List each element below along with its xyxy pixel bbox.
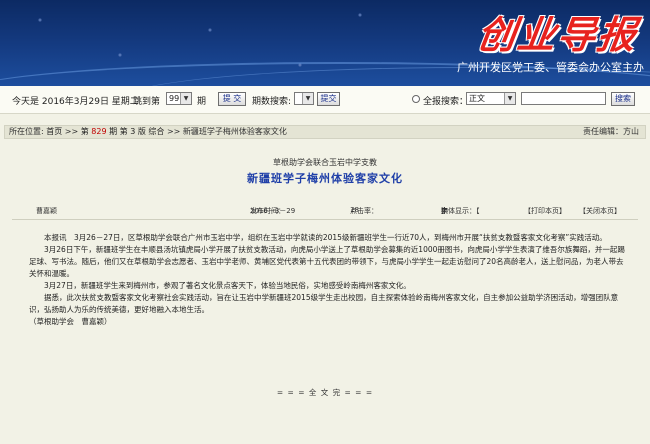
font-size-bracket: 】 [441, 207, 448, 215]
page: 创业导报 广州开发区党工委、管委会办公室主办 今天是 2016年3月29日 星期… [0, 0, 650, 444]
article-meta: 曹嘉颖 发布时间： 2016－3－29 点击率： 18 字体显示：【大 中 小】 【… [4, 206, 646, 217]
search-input[interactable] [521, 92, 606, 105]
search-radio-current[interactable] [412, 95, 420, 103]
dropdown-arrow-icon[interactable]: ▼ [302, 93, 313, 104]
breadcrumb-section-link[interactable]: 综合 [148, 127, 164, 136]
article-end-mark: = = = 全 文 完 = = = [276, 388, 374, 397]
editor-credit: 责任编辑：方山 [583, 126, 639, 138]
issue-search-label: 期数搜索: [252, 97, 292, 107]
editor-label: 责任编辑： [583, 127, 623, 136]
publish-date: 2016－3－29 [250, 207, 296, 215]
search-button[interactable]: 搜索 [611, 92, 635, 106]
article-paragraph-3: 3月27日，新疆班学生来到梅州市，参观了著名文化景点客天下，体验当地民俗，实地感… [44, 281, 411, 290]
issue-prefix: 第 [80, 127, 89, 136]
close-page-link[interactable]: 【关闭本页】 [579, 206, 621, 216]
toolbar: 今天是 2016年3月29日 星期二 跳到第 99 ▼ 期 提 交 期数搜索: … [0, 86, 650, 114]
location-label: 所在位置: [9, 127, 44, 136]
breadcrumb-bar: 所在位置: 首页 >> 第 829 期 第 3 版 综合 >> 新疆班学子梅州体… [4, 125, 646, 139]
page-unit-text: 版 [137, 127, 146, 136]
breadcrumb-issue-link[interactable]: 第 829 期 [81, 127, 117, 136]
issue-select[interactable]: 99 ▼ [166, 92, 192, 105]
article-divider [12, 219, 638, 220]
search-field-select[interactable]: 正文 ▼ [466, 92, 516, 105]
article: 草根助学会联合玉岩中学支教 新疆班学子梅州体验客家文化 曹嘉颖 发布时间： 201… [4, 145, 646, 444]
print-page-link[interactable]: 【打印本页】 [524, 206, 566, 216]
masthead-banner: 创业导报 广州开发区党工委、管委会办公室主办 [0, 0, 650, 86]
article-headline: 新疆班学子梅州体验客家文化 [247, 172, 403, 185]
issue-unit: 期 [197, 97, 207, 107]
page-prefix: 第 [119, 127, 128, 136]
breadcrumb-current: 新疆班学子梅州体验客家文化 [182, 127, 287, 136]
article-paragraph-4: 据悉，此次扶贫支教暨客家文化考察社会实践活动，旨在让玉岩中学新疆班2015级学生… [29, 293, 619, 314]
newspaper-logo[interactable]: 创业导报 [474, 4, 642, 59]
breadcrumb-separator: >> [166, 127, 181, 136]
issue-search-submit-button[interactable]: 提交 [317, 92, 340, 106]
hits-value: 18 [350, 206, 359, 214]
issue-unit-text: 期 [109, 127, 118, 136]
jump-label: 跳到第 [133, 97, 161, 107]
article-signature: （草根助学会 曹嘉颖） [29, 317, 112, 326]
dropdown-arrow-icon[interactable]: ▼ [504, 93, 515, 104]
sponsor-line: 广州开发区党工委、管委会办公室主办 [457, 61, 644, 74]
dropdown-arrow-icon[interactable]: ▼ [180, 93, 191, 104]
jump-submit-button[interactable]: 提 交 [218, 92, 246, 106]
article-author: 曹嘉颖 [36, 207, 57, 215]
issue-search-select[interactable]: ▼ [294, 92, 314, 105]
search-field-value: 正文 [469, 94, 485, 103]
article-paragraph-2: 3月26日下午，新疆班学生在丰顺县汤坑镇虎局小学开展了扶贫支教活动，向虎局小学送… [29, 245, 625, 278]
article-body: 本报讯 3月26－27日，区草根助学会联合广州市玉岩中学，组织在玉岩中学就读的2… [29, 232, 625, 328]
breadcrumb-page-link[interactable]: 第 3 版 [120, 127, 146, 136]
issue-select-value: 99 [169, 94, 180, 103]
article-paragraph-1: 本报讯 3月26－27日，区草根助学会联合广州市玉岩中学，组织在玉岩中学就读的2… [44, 233, 607, 242]
editor-name: 方山 [623, 127, 639, 136]
page-number: 3 [130, 127, 136, 136]
issue-number: 829 [91, 127, 107, 136]
breadcrumb-home-link[interactable]: 首页 [46, 127, 62, 136]
date-text: 今天是 2016年3月29日 星期二 [12, 97, 139, 107]
breadcrumb-separator: >> [64, 127, 79, 136]
fulltext-search-label: 全报搜索： [423, 97, 469, 107]
article-kicker: 草根助学会联合玉岩中学支教 [273, 158, 377, 167]
breadcrumb: 所在位置: 首页 >> 第 829 期 第 3 版 综合 >> 新疆班学子梅州体… [9, 126, 287, 138]
